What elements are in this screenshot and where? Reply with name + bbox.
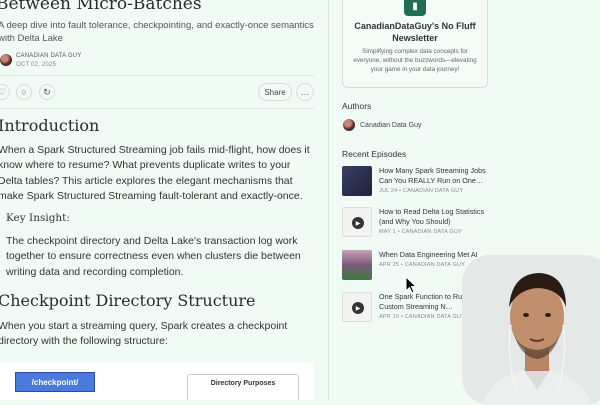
authors-heading: Authors: [342, 101, 372, 111]
episode-thumbnail[interactable]: ▶: [342, 292, 372, 322]
insight-title: Key Insight:: [6, 212, 70, 224]
episode-meta: MAY 1 • CANADIAN DATA GUY: [379, 229, 462, 235]
sidebar-author-name[interactable]: Canadian Data Guy: [360, 122, 421, 129]
section-body: When a Spark Structured Streaming job fa…: [0, 144, 310, 202]
more-options-button[interactable]: …: [296, 83, 314, 101]
checkpoint-diagram: /checkpoint/ Directory Purposes: [0, 362, 314, 400]
insight-body: The checkpoint directory and Delta Lake'…: [6, 235, 301, 278]
more-icon: …: [300, 87, 310, 97]
logo-icon: ▮: [412, 0, 418, 12]
section-body: When you start a streaming query, Spark …: [0, 320, 288, 348]
comment-icon: ○: [21, 87, 27, 97]
byline-date: OCT 02, 2025: [16, 62, 56, 68]
recent-episodes-heading: Recent Episodes: [342, 149, 407, 159]
byline-author[interactable]: CANADIAN DATA GUY: [16, 53, 82, 59]
newsletter-logo: ▮: [404, 0, 426, 16]
article-column: Between Micro-Batches A deep dive into f…: [0, 0, 328, 400]
play-icon[interactable]: ▶: [352, 302, 364, 314]
episode-thumbnail[interactable]: [342, 166, 372, 196]
mouse-cursor-icon: [405, 276, 417, 294]
section-heading: Introduction: [0, 116, 100, 135]
article-subtitle: A deep dive into fault tolerance, checkp…: [0, 20, 314, 44]
play-icon[interactable]: ▶: [352, 217, 364, 229]
webcam-overlay: [462, 255, 600, 405]
checkpoint-node: /checkpoint/: [15, 372, 95, 392]
purposes-panel: Directory Purposes: [187, 374, 299, 400]
episode-title[interactable]: How Many Spark Streaming Jobs Can You RE…: [379, 166, 494, 185]
episode-meta: JUL 24 • CANADIAN DATA GUY: [379, 188, 464, 194]
purposes-title: Directory Purposes: [210, 380, 276, 387]
article-title: Between Micro-Batches: [0, 0, 202, 14]
episode-item[interactable]: ▶ How to Read Delta Log Statistics (and …: [342, 207, 492, 241]
author-avatar[interactable]: [343, 119, 355, 131]
episode-thumbnail[interactable]: [342, 250, 372, 280]
restack-icon: ↻: [43, 86, 51, 97]
episode-thumbnail[interactable]: ▶: [342, 207, 372, 237]
sidebar-divider: [328, 0, 329, 400]
episode-item[interactable]: How Many Spark Streaming Jobs Can You RE…: [342, 166, 492, 200]
presenter-video-icon: [462, 255, 600, 405]
restack-button[interactable]: ↻: [39, 84, 55, 100]
episode-title[interactable]: How to Read Delta Log Statistics (and Wh…: [379, 207, 494, 226]
episode-meta: APR 10 • CANADIAN DATA GUY: [379, 314, 466, 320]
share-button[interactable]: Share: [258, 83, 292, 101]
newsletter-description: Simplifying complex data concepts for ev…: [353, 48, 477, 73]
comment-button[interactable]: ○: [16, 84, 32, 100]
divider: [0, 75, 314, 76]
divider: [0, 108, 314, 109]
newsletter-title[interactable]: CanadianDataGuy's No Fluff Newsletter: [343, 20, 487, 44]
newsletter-card[interactable]: ▮ CanadianDataGuy's No Fluff Newsletter …: [342, 0, 488, 88]
like-button[interactable]: ♡: [0, 84, 10, 100]
episode-meta: APR 25 • CANADIAN DATA GUY: [379, 262, 466, 268]
section-heading: Checkpoint Directory Structure: [0, 291, 256, 310]
author-avatar[interactable]: [0, 54, 12, 66]
heart-icon: ♡: [0, 86, 7, 97]
